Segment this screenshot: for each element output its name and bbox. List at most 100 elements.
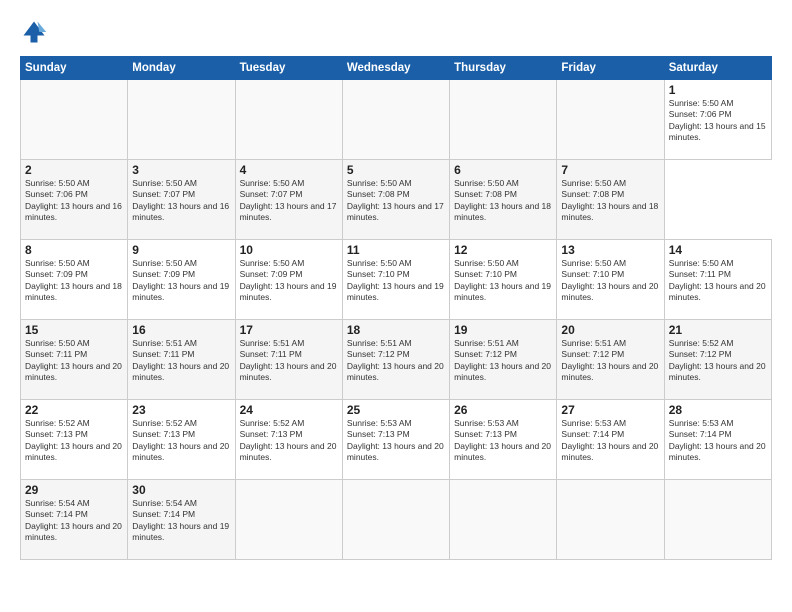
daylight: Daylight: 13 hours and 20 minutes. bbox=[454, 361, 551, 382]
sunset: Sunset: 7:10 PM bbox=[561, 269, 624, 279]
day-number: 8 bbox=[25, 243, 123, 257]
day-info: Sunrise: 5:50 AM Sunset: 7:08 PM Dayligh… bbox=[454, 178, 552, 224]
day-info: Sunrise: 5:51 AM Sunset: 7:12 PM Dayligh… bbox=[561, 338, 659, 384]
sunrise: Sunrise: 5:50 AM bbox=[132, 178, 197, 188]
day-info: Sunrise: 5:50 AM Sunset: 7:07 PM Dayligh… bbox=[240, 178, 338, 224]
calendar-cell: 4 Sunrise: 5:50 AM Sunset: 7:07 PM Dayli… bbox=[235, 160, 342, 240]
sunset: Sunset: 7:11 PM bbox=[25, 349, 87, 359]
calendar-cell: 5 Sunrise: 5:50 AM Sunset: 7:08 PM Dayli… bbox=[342, 160, 449, 240]
sunset: Sunset: 7:09 PM bbox=[240, 269, 303, 279]
day-info: Sunrise: 5:50 AM Sunset: 7:09 PM Dayligh… bbox=[240, 258, 338, 304]
header-cell-monday: Monday bbox=[128, 57, 235, 80]
header-cell-friday: Friday bbox=[557, 57, 664, 80]
day-info: Sunrise: 5:53 AM Sunset: 7:13 PM Dayligh… bbox=[454, 418, 552, 464]
day-number: 16 bbox=[132, 323, 230, 337]
day-info: Sunrise: 5:50 AM Sunset: 7:09 PM Dayligh… bbox=[25, 258, 123, 304]
daylight: Daylight: 13 hours and 17 minutes. bbox=[240, 201, 337, 222]
sunrise: Sunrise: 5:53 AM bbox=[454, 418, 519, 428]
calendar-row: 22 Sunrise: 5:52 AM Sunset: 7:13 PM Dayl… bbox=[21, 400, 772, 480]
calendar-row: 2 Sunrise: 5:50 AM Sunset: 7:06 PM Dayli… bbox=[21, 160, 772, 240]
day-number: 20 bbox=[561, 323, 659, 337]
calendar-row: 29 Sunrise: 5:54 AM Sunset: 7:14 PM Dayl… bbox=[21, 480, 772, 560]
sunrise: Sunrise: 5:54 AM bbox=[25, 498, 90, 508]
day-info: Sunrise: 5:50 AM Sunset: 7:10 PM Dayligh… bbox=[561, 258, 659, 304]
sunrise: Sunrise: 5:50 AM bbox=[454, 258, 519, 268]
sunrise: Sunrise: 5:51 AM bbox=[240, 338, 305, 348]
day-number: 29 bbox=[25, 483, 123, 497]
daylight: Daylight: 13 hours and 20 minutes. bbox=[669, 441, 766, 462]
calendar-page: SundayMondayTuesdayWednesdayThursdayFrid… bbox=[0, 0, 792, 612]
calendar-cell: 17 Sunrise: 5:51 AM Sunset: 7:11 PM Dayl… bbox=[235, 320, 342, 400]
calendar-cell: 24 Sunrise: 5:52 AM Sunset: 7:13 PM Dayl… bbox=[235, 400, 342, 480]
day-info: Sunrise: 5:50 AM Sunset: 7:06 PM Dayligh… bbox=[25, 178, 123, 224]
day-number: 2 bbox=[25, 163, 123, 177]
day-info: Sunrise: 5:53 AM Sunset: 7:14 PM Dayligh… bbox=[561, 418, 659, 464]
day-number: 19 bbox=[454, 323, 552, 337]
daylight: Daylight: 13 hours and 20 minutes. bbox=[561, 281, 658, 302]
sunset: Sunset: 7:14 PM bbox=[669, 429, 732, 439]
sunset: Sunset: 7:11 PM bbox=[240, 349, 302, 359]
calendar-cell bbox=[235, 80, 342, 160]
day-number: 23 bbox=[132, 403, 230, 417]
day-info: Sunrise: 5:51 AM Sunset: 7:11 PM Dayligh… bbox=[240, 338, 338, 384]
day-info: Sunrise: 5:52 AM Sunset: 7:13 PM Dayligh… bbox=[25, 418, 123, 464]
calendar-cell: 20 Sunrise: 5:51 AM Sunset: 7:12 PM Dayl… bbox=[557, 320, 664, 400]
calendar-cell bbox=[557, 480, 664, 560]
day-info: Sunrise: 5:50 AM Sunset: 7:08 PM Dayligh… bbox=[347, 178, 445, 224]
day-number: 18 bbox=[347, 323, 445, 337]
daylight: Daylight: 13 hours and 15 minutes. bbox=[669, 121, 766, 142]
calendar-cell bbox=[557, 80, 664, 160]
sunset: Sunset: 7:13 PM bbox=[454, 429, 517, 439]
calendar-cell: 18 Sunrise: 5:51 AM Sunset: 7:12 PM Dayl… bbox=[342, 320, 449, 400]
daylight: Daylight: 13 hours and 20 minutes. bbox=[669, 361, 766, 382]
day-number: 13 bbox=[561, 243, 659, 257]
calendar-cell: 12 Sunrise: 5:50 AM Sunset: 7:10 PM Dayl… bbox=[450, 240, 557, 320]
sunrise: Sunrise: 5:50 AM bbox=[454, 178, 519, 188]
sunset: Sunset: 7:14 PM bbox=[132, 509, 195, 519]
sunset: Sunset: 7:11 PM bbox=[669, 269, 731, 279]
day-info: Sunrise: 5:51 AM Sunset: 7:11 PM Dayligh… bbox=[132, 338, 230, 384]
day-info: Sunrise: 5:54 AM Sunset: 7:14 PM Dayligh… bbox=[25, 498, 123, 544]
daylight: Daylight: 13 hours and 20 minutes. bbox=[132, 441, 229, 462]
sunset: Sunset: 7:14 PM bbox=[561, 429, 624, 439]
sunrise: Sunrise: 5:53 AM bbox=[561, 418, 626, 428]
calendar-cell: 15 Sunrise: 5:50 AM Sunset: 7:11 PM Dayl… bbox=[21, 320, 128, 400]
sunrise: Sunrise: 5:50 AM bbox=[561, 178, 626, 188]
day-number: 5 bbox=[347, 163, 445, 177]
daylight: Daylight: 13 hours and 19 minutes. bbox=[347, 281, 444, 302]
daylight: Daylight: 13 hours and 20 minutes. bbox=[347, 361, 444, 382]
calendar-cell: 30 Sunrise: 5:54 AM Sunset: 7:14 PM Dayl… bbox=[128, 480, 235, 560]
sunrise: Sunrise: 5:51 AM bbox=[347, 338, 412, 348]
sunset: Sunset: 7:12 PM bbox=[347, 349, 410, 359]
sunrise: Sunrise: 5:50 AM bbox=[669, 258, 734, 268]
sunset: Sunset: 7:08 PM bbox=[561, 189, 624, 199]
day-number: 14 bbox=[669, 243, 767, 257]
header-cell-sunday: Sunday bbox=[21, 57, 128, 80]
calendar-table: SundayMondayTuesdayWednesdayThursdayFrid… bbox=[20, 56, 772, 560]
calendar-cell: 6 Sunrise: 5:50 AM Sunset: 7:08 PM Dayli… bbox=[450, 160, 557, 240]
day-number: 9 bbox=[132, 243, 230, 257]
day-number: 17 bbox=[240, 323, 338, 337]
sunrise: Sunrise: 5:52 AM bbox=[25, 418, 90, 428]
sunset: Sunset: 7:08 PM bbox=[454, 189, 517, 199]
header-row: SundayMondayTuesdayWednesdayThursdayFrid… bbox=[21, 57, 772, 80]
daylight: Daylight: 13 hours and 18 minutes. bbox=[561, 201, 658, 222]
day-number: 15 bbox=[25, 323, 123, 337]
daylight: Daylight: 13 hours and 20 minutes. bbox=[669, 281, 766, 302]
logo bbox=[20, 18, 52, 46]
daylight: Daylight: 13 hours and 20 minutes. bbox=[561, 441, 658, 462]
sunrise: Sunrise: 5:51 AM bbox=[132, 338, 197, 348]
day-info: Sunrise: 5:52 AM Sunset: 7:13 PM Dayligh… bbox=[132, 418, 230, 464]
day-info: Sunrise: 5:50 AM Sunset: 7:09 PM Dayligh… bbox=[132, 258, 230, 304]
daylight: Daylight: 13 hours and 20 minutes. bbox=[240, 361, 337, 382]
calendar-cell bbox=[450, 480, 557, 560]
calendar-row: 15 Sunrise: 5:50 AM Sunset: 7:11 PM Dayl… bbox=[21, 320, 772, 400]
header-cell-thursday: Thursday bbox=[450, 57, 557, 80]
sunset: Sunset: 7:11 PM bbox=[132, 349, 194, 359]
calendar-cell: 21 Sunrise: 5:52 AM Sunset: 7:12 PM Dayl… bbox=[664, 320, 771, 400]
day-number: 1 bbox=[669, 83, 767, 97]
day-number: 10 bbox=[240, 243, 338, 257]
day-info: Sunrise: 5:54 AM Sunset: 7:14 PM Dayligh… bbox=[132, 498, 230, 544]
header-cell-wednesday: Wednesday bbox=[342, 57, 449, 80]
calendar-body: 1 Sunrise: 5:50 AM Sunset: 7:06 PM Dayli… bbox=[21, 80, 772, 560]
